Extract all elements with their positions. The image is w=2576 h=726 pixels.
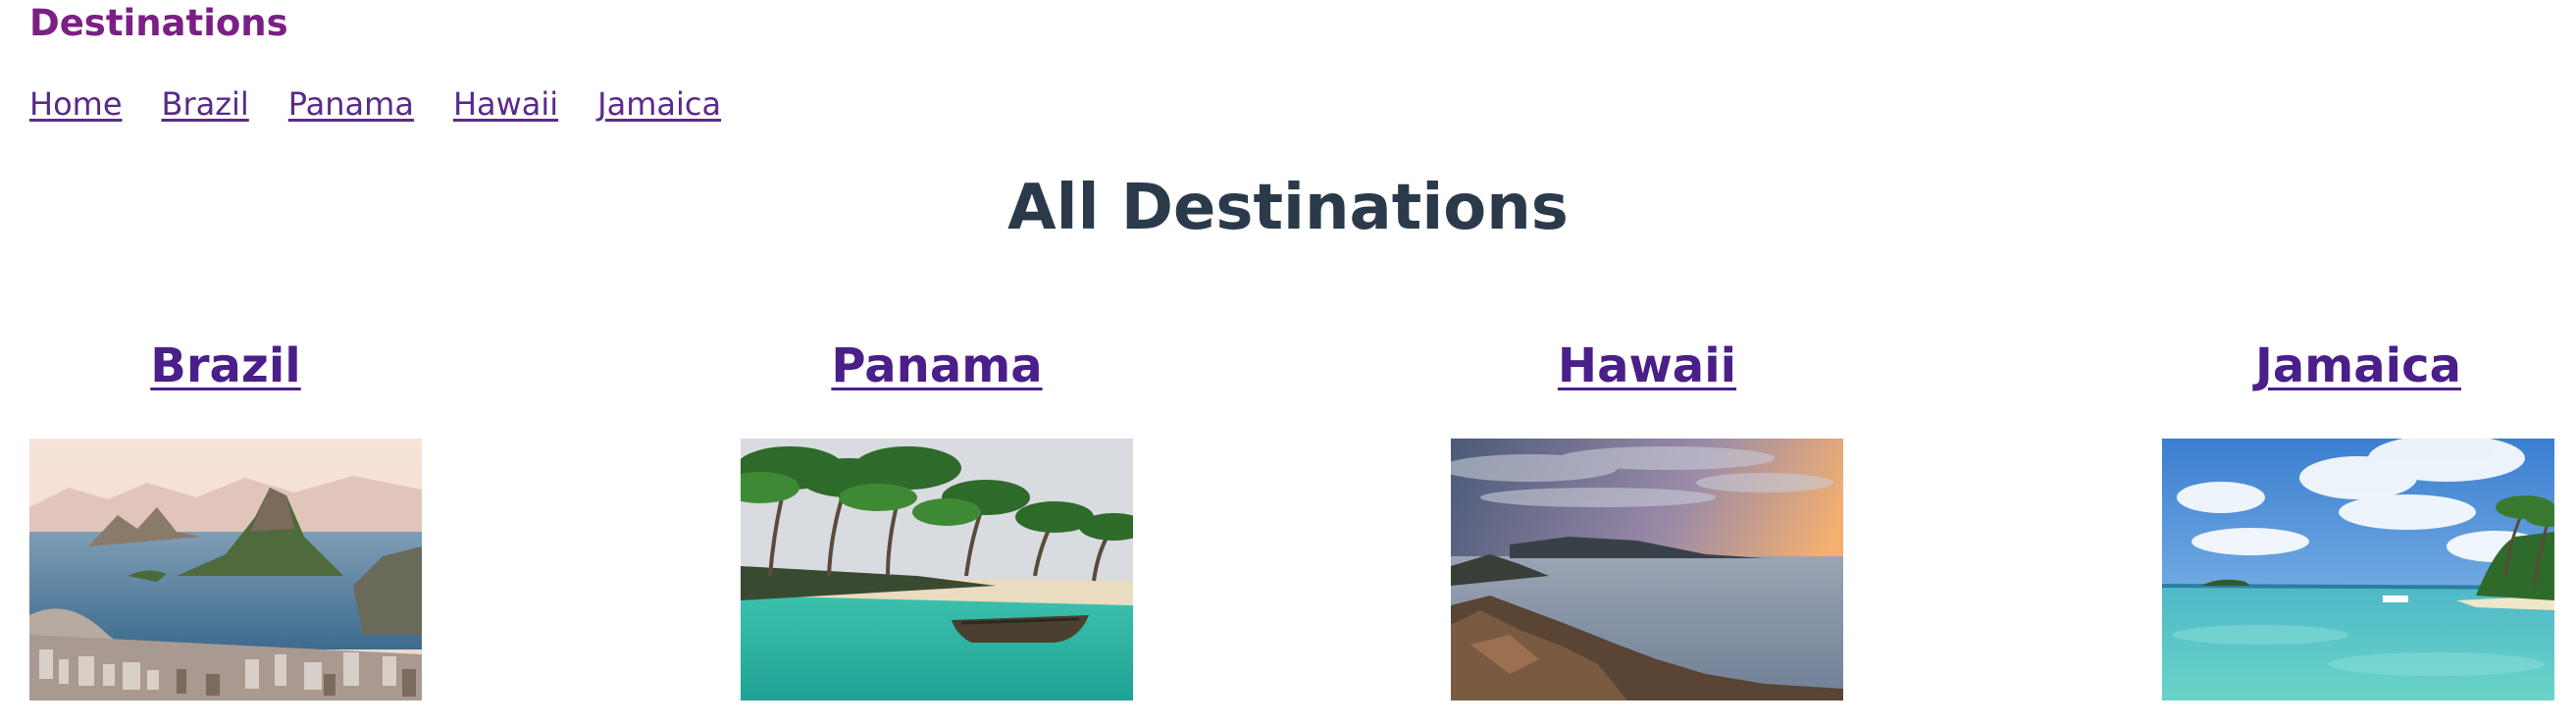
site-title: Destinations [29,2,288,44]
brazil-photo[interactable] [29,439,422,700]
destination-heading: Hawaii [1451,334,1843,398]
nav-link-hawaii[interactable]: Hawaii [453,82,558,126]
destination-link-hawaii[interactable]: Hawaii [1558,338,1736,393]
destination-link-brazil[interactable]: Brazil [150,338,301,393]
destination-heading: Brazil [29,334,422,398]
nav-link-panama[interactable]: Panama [288,82,414,126]
destination-card-brazil: Brazil [29,334,422,700]
destination-heading: Panama [741,334,1133,398]
panama-photo[interactable] [741,439,1133,700]
hawaii-photo[interactable] [1451,439,1843,700]
destination-link-panama[interactable]: Panama [831,338,1042,393]
nav-link-jamaica[interactable]: Jamaica [597,82,721,126]
destination-heading: Jamaica [2162,334,2554,398]
nav-link-brazil[interactable]: Brazil [162,82,249,126]
top-navigation: Home Brazil Panama Hawaii Jamaica [29,82,721,126]
jamaica-photo[interactable] [2162,439,2554,700]
destination-card-jamaica: Jamaica [2162,334,2554,700]
page-title: All Destinations [1007,172,1569,244]
destination-link-jamaica[interactable]: Jamaica [2255,338,2461,393]
destination-card-panama: Panama [741,334,1133,700]
nav-link-home[interactable]: Home [29,82,123,126]
destination-card-hawaii: Hawaii [1451,334,1843,700]
